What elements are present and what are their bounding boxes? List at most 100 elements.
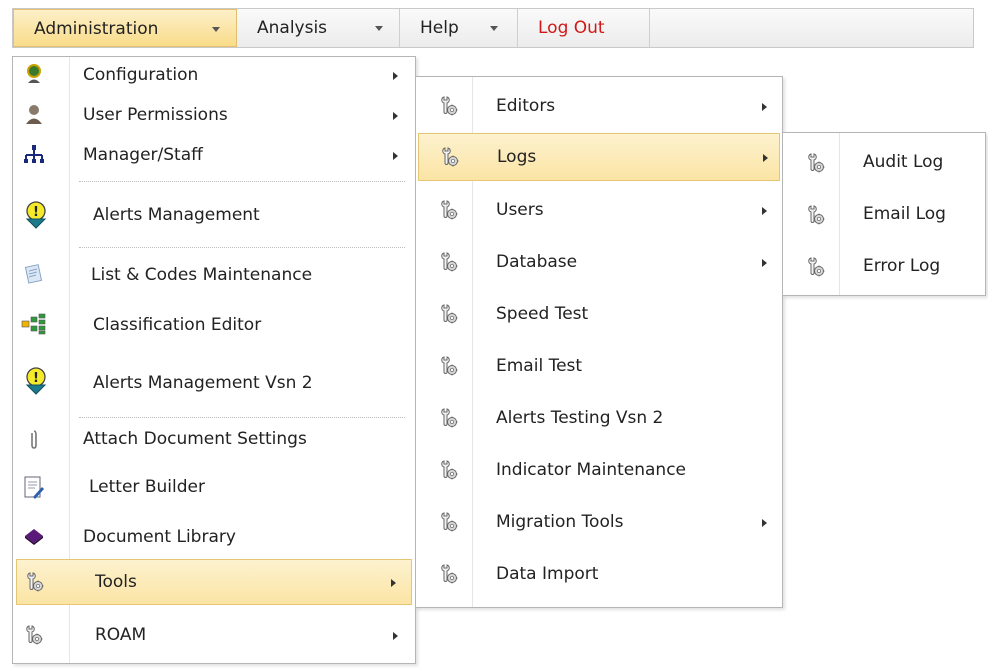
menu-item-label: Document Library: [83, 527, 236, 547]
chevron-right-icon: [391, 579, 396, 587]
menu-item-configuration[interactable]: Configuration: [13, 61, 415, 91]
submenu-item-email-test[interactable]: Email Test: [416, 343, 782, 389]
tools-icon: [23, 624, 45, 646]
submenu-item-label: Logs: [497, 147, 537, 167]
chevron-right-icon: [763, 154, 768, 162]
tools-icon: [438, 199, 460, 221]
submenu-item-email-log[interactable]: Email Log: [783, 189, 985, 241]
menu-item-label: Attach Document Settings: [83, 429, 307, 449]
menu-analysis[interactable]: Analysis: [237, 9, 400, 47]
menu-item-classification-editor[interactable]: Classification Editor: [13, 305, 415, 345]
submenu-item-label: Database: [496, 252, 578, 272]
menu-item-label: List & Codes Maintenance: [91, 265, 313, 285]
submenu-item-alerts-testing-vsn-2[interactable]: Alerts Testing Vsn 2: [416, 395, 782, 441]
tools-icon: [438, 355, 460, 377]
tools-icon: [24, 571, 46, 593]
submenu-item-label: Migration Tools: [496, 512, 624, 532]
menu-item-alerts-management[interactable]: ! Alerts Management: [13, 193, 415, 237]
tools-icon: [805, 152, 827, 174]
submenu-item-label: Data Import: [496, 564, 599, 584]
menu-item-tools[interactable]: Tools: [16, 559, 412, 605]
submenu-item-label: Email Log: [863, 204, 946, 224]
submenu-item-audit-log[interactable]: Audit Log: [783, 137, 985, 189]
svg-text:!: !: [33, 371, 39, 386]
menu-separator: [79, 181, 405, 182]
submenu-item-speed-test[interactable]: Speed Test: [416, 291, 782, 337]
submenu-item-label: Indicator Maintenance: [496, 460, 687, 480]
menu-item-user-permissions[interactable]: User Permissions: [13, 101, 415, 131]
menu-item-document-library[interactable]: Document Library: [13, 519, 415, 555]
chevron-right-icon: [762, 519, 767, 527]
tools-icon: [439, 146, 461, 168]
document-pen-icon: [23, 475, 45, 501]
list-edit-icon: [23, 263, 45, 285]
chevron-right-icon: [393, 152, 398, 160]
submenu-item-indicator-maintenance[interactable]: Indicator Maintenance: [416, 447, 782, 493]
menu-item-label: Classification Editor: [93, 315, 262, 335]
tools-icon: [438, 511, 460, 533]
menu-item-list-codes-maintenance[interactable]: List & Codes Maintenance: [13, 255, 415, 293]
menu-log-out-label: Log Out: [538, 18, 605, 38]
menu-analysis-label: Analysis: [257, 18, 328, 38]
tools-icon: [438, 459, 460, 481]
submenu-item-label: Error Log: [863, 256, 941, 276]
menu-help-label: Help: [420, 18, 459, 38]
submenu-item-database[interactable]: Database: [416, 239, 782, 285]
chevron-right-icon: [762, 259, 767, 267]
submenu-item-label: Alerts Testing Vsn 2: [496, 408, 664, 428]
main-menubar: Administration Analysis Help Log Out: [12, 8, 974, 48]
tools-icon: [438, 95, 460, 117]
chevron-down-icon: [490, 26, 498, 31]
tools-icon: [805, 256, 827, 278]
submenu-item-migration-tools[interactable]: Migration Tools: [416, 499, 782, 545]
chevron-right-icon: [393, 112, 398, 120]
book-icon: [23, 525, 45, 547]
svg-text:!: !: [33, 205, 39, 220]
menu-log-out[interactable]: Log Out: [518, 9, 650, 47]
menu-item-label: User Permissions: [83, 105, 228, 125]
menu-item-roam[interactable]: ROAM: [13, 613, 415, 657]
menu-item-label: Manager/Staff: [83, 145, 203, 165]
tools-icon: [438, 563, 460, 585]
submenu-item-logs[interactable]: Logs: [418, 133, 780, 181]
submenu-item-label: Speed Test: [496, 304, 589, 324]
tools-icon: [805, 204, 827, 226]
submenu-item-error-log[interactable]: Error Log: [783, 241, 985, 293]
submenu-item-data-import[interactable]: Data Import: [416, 551, 782, 597]
chevron-right-icon: [762, 103, 767, 111]
tools-submenu: Editors Logs Users Database Speed Test E…: [415, 76, 783, 608]
user-icon: [23, 103, 45, 125]
menu-item-alerts-management-vsn-2[interactable]: ! Alerts Management Vsn 2: [13, 357, 415, 407]
submenu-item-label: Users: [496, 200, 544, 220]
submenu-item-label: Audit Log: [863, 152, 944, 172]
menu-item-letter-builder[interactable]: Letter Builder: [13, 469, 415, 507]
menu-item-label: Letter Builder: [89, 477, 205, 497]
administration-dropdown: Configuration User Permissions Manager/S…: [12, 56, 416, 664]
chevron-down-icon: [375, 26, 383, 31]
tools-icon: [438, 407, 460, 429]
menu-item-label: Alerts Management Vsn 2: [93, 373, 313, 393]
logs-submenu: Audit Log Email Log Error Log: [782, 132, 986, 296]
submenu-item-label: Editors: [496, 96, 556, 116]
chevron-down-icon: [212, 27, 220, 32]
menu-item-manager-staff[interactable]: Manager/Staff: [13, 141, 415, 171]
menu-separator: [79, 417, 405, 418]
menu-item-label: Alerts Management: [93, 205, 260, 225]
chevron-right-icon: [393, 72, 398, 80]
tools-icon: [438, 303, 460, 325]
submenu-item-editors[interactable]: Editors: [416, 83, 782, 129]
menu-help[interactable]: Help: [400, 9, 518, 47]
menu-separator: [79, 247, 405, 248]
user-globe-icon: [23, 63, 45, 85]
chevron-right-icon: [393, 632, 398, 640]
paperclip-icon: [23, 429, 45, 451]
org-chart-icon: [23, 143, 45, 165]
tools-icon: [438, 251, 460, 273]
menu-administration[interactable]: Administration: [13, 9, 237, 47]
menu-item-attach-document-settings[interactable]: Attach Document Settings: [13, 423, 415, 457]
submenu-item-label: Email Test: [496, 356, 583, 376]
menu-administration-label: Administration: [34, 19, 159, 39]
menu-item-label: ROAM: [95, 625, 147, 645]
submenu-item-users[interactable]: Users: [416, 187, 782, 233]
alert-bulb-icon: !: [23, 367, 49, 395]
